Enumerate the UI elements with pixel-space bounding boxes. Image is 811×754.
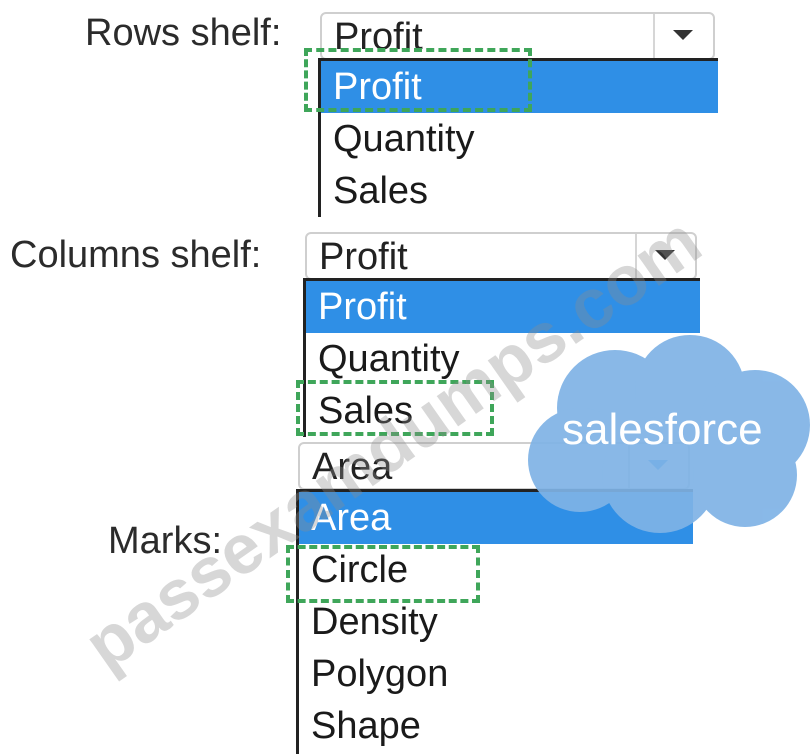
marks-answer-highlight [286, 545, 480, 603]
rows-shelf-label: Rows shelf: [85, 12, 282, 54]
salesforce-logo-text: salesforce [562, 405, 763, 454]
columns-shelf-label: Columns shelf: [10, 234, 262, 276]
marks-option-polygon[interactable]: Polygon [299, 648, 693, 700]
rows-answer-highlight [304, 48, 532, 112]
rows-shelf-dropdown-button[interactable] [653, 14, 713, 58]
rows-option-quantity[interactable]: Quantity [321, 113, 718, 165]
marks-option-shape[interactable]: Shape [299, 700, 693, 752]
columns-shelf-selected-value: Profit [319, 236, 408, 278]
marks-option-density[interactable]: Density [299, 596, 693, 648]
chevron-down-icon [673, 30, 693, 40]
